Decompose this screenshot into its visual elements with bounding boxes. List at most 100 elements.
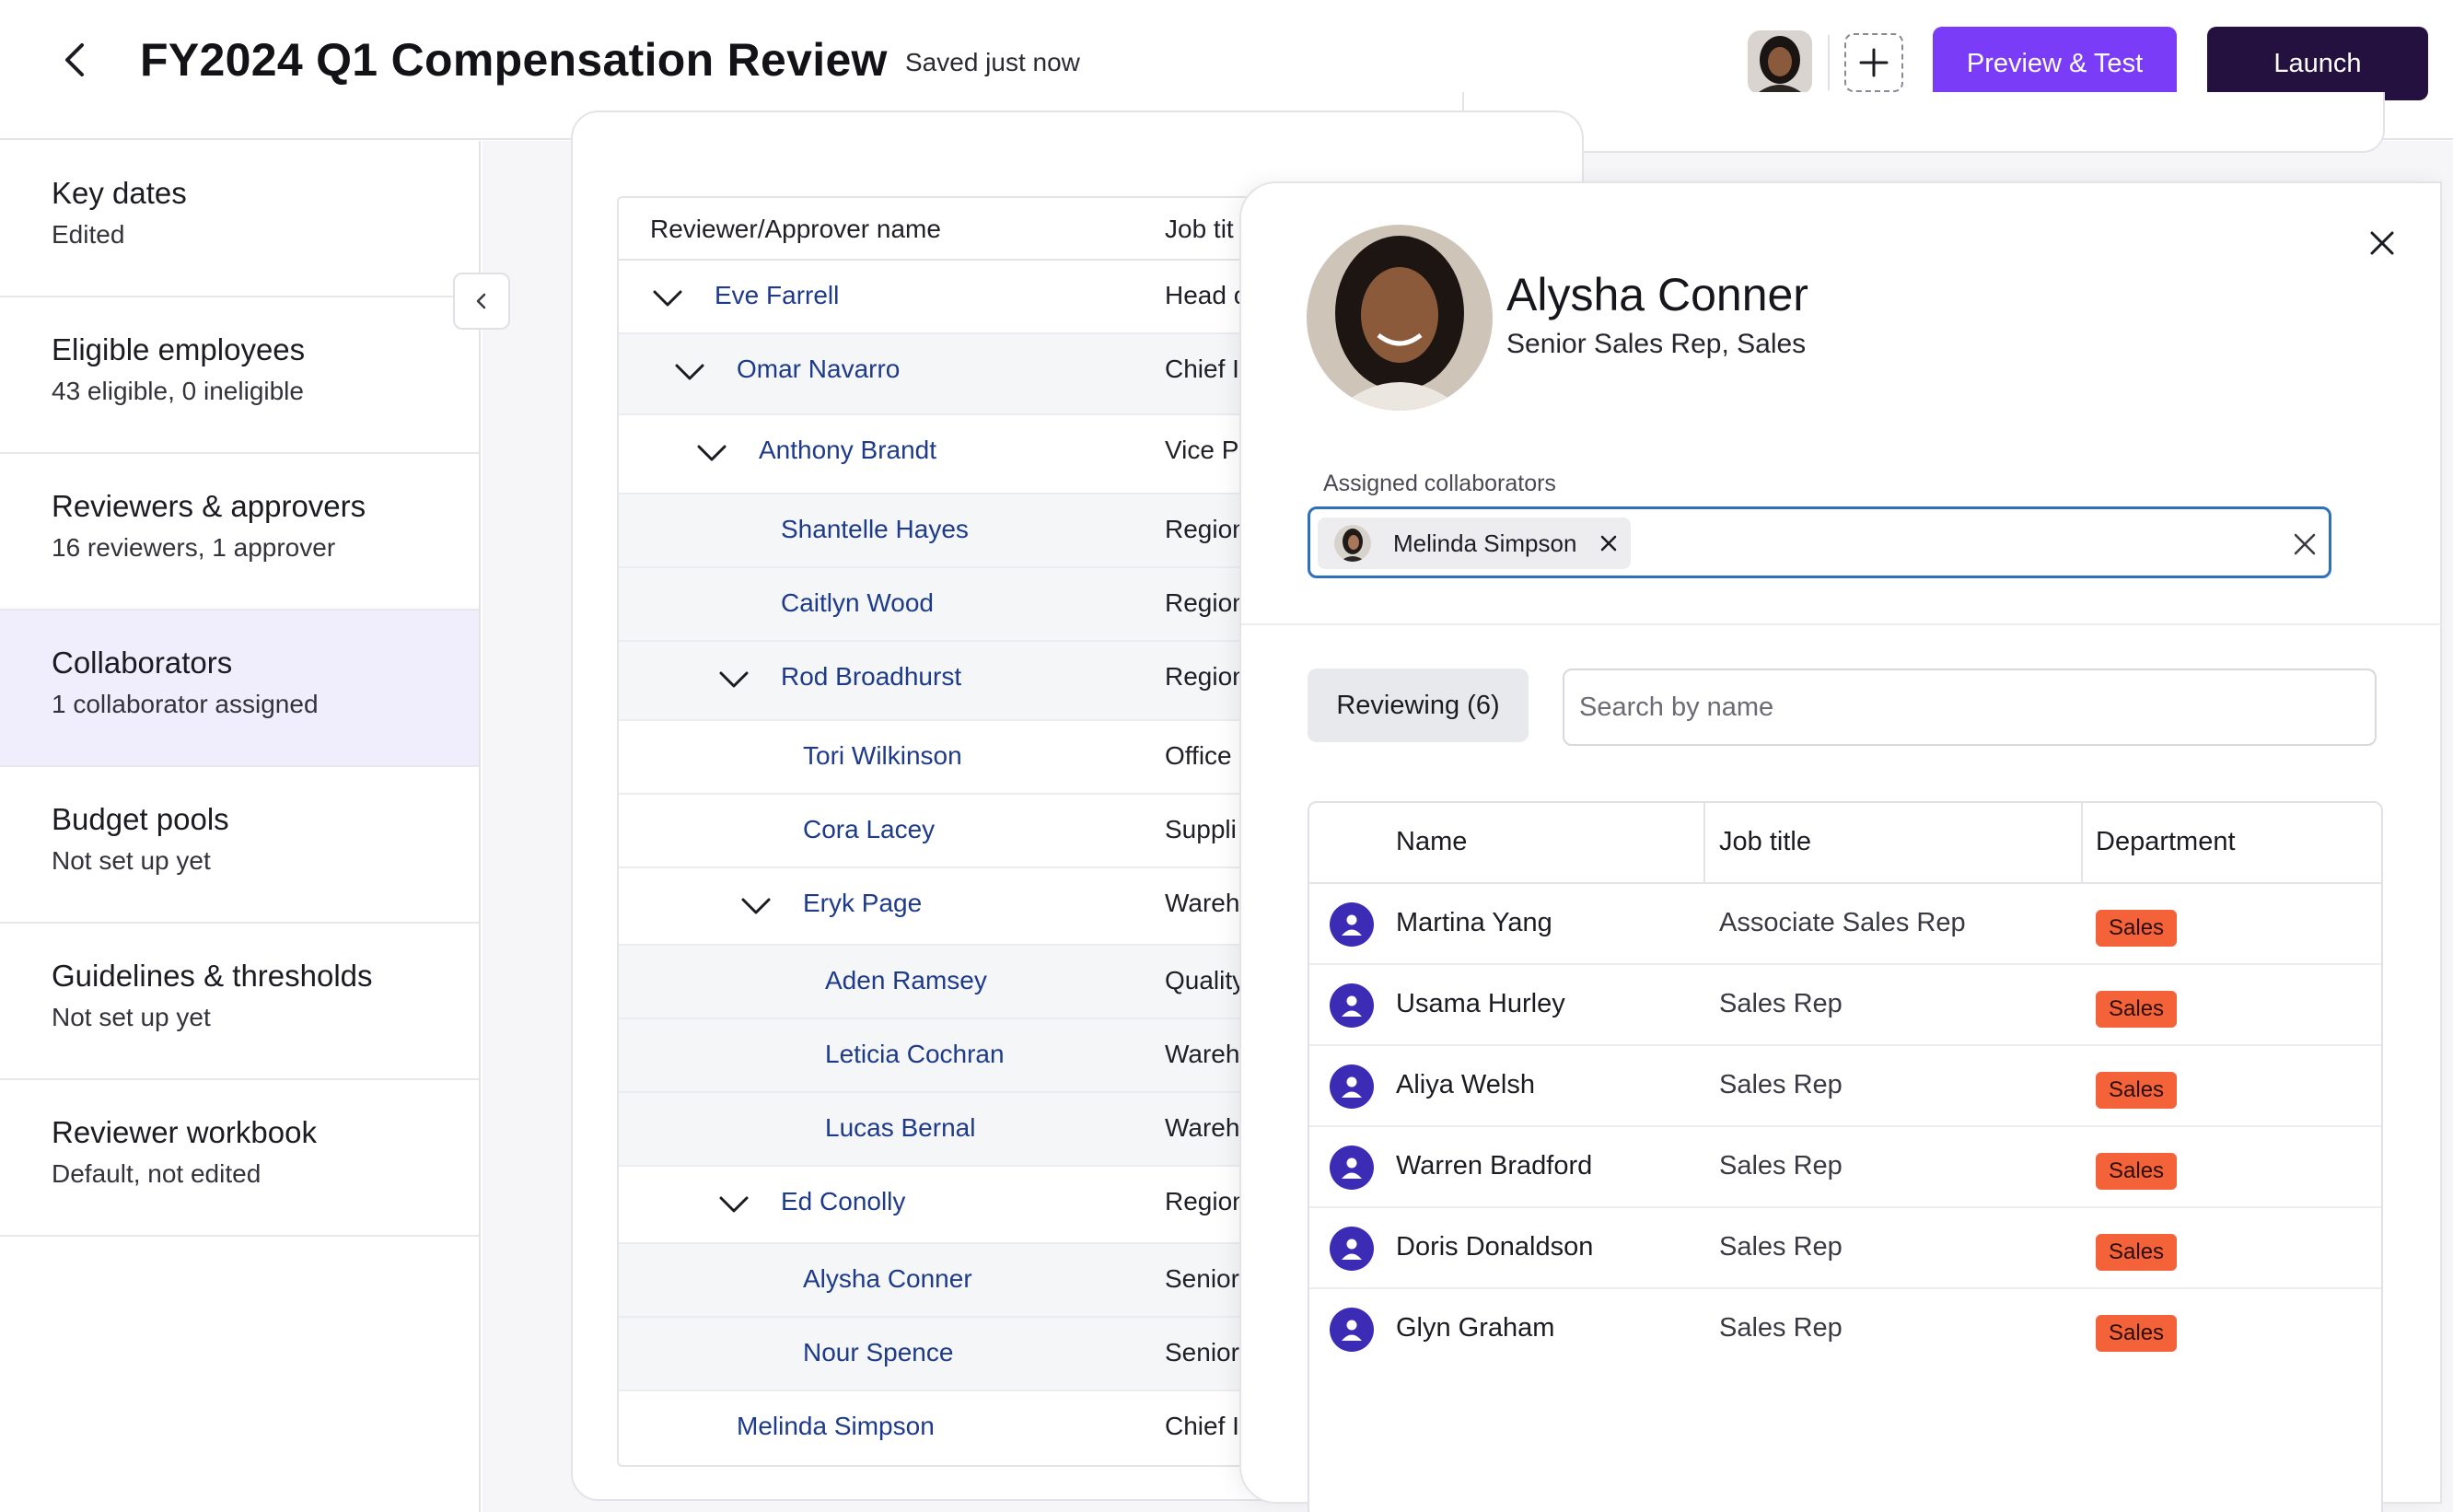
reviewer-name-link[interactable]: Shantelle Hayes bbox=[781, 515, 969, 544]
department-badge: Sales bbox=[2096, 1234, 2178, 1271]
sidebar-item-title: Key dates bbox=[52, 176, 187, 210]
employee-job-title: Sales Rep bbox=[1719, 1070, 1843, 1099]
remove-chip-button[interactable] bbox=[1596, 530, 1622, 556]
employee-job-title: Sales Rep bbox=[1719, 989, 1843, 1018]
reviewer-name-link[interactable]: Melinda Simpson bbox=[737, 1412, 935, 1441]
column-divider bbox=[2081, 803, 2083, 884]
reviewer-name-link[interactable]: Ed Conolly bbox=[781, 1187, 905, 1216]
sidebar-item-subtitle: Default, not edited bbox=[52, 1159, 262, 1188]
sidebar-item-title: Guidelines & thresholds bbox=[52, 959, 373, 993]
clear-field-button[interactable] bbox=[2288, 528, 2321, 561]
sidebar-item-subtitle: Not set up yet bbox=[52, 1003, 211, 1031]
reviewer-name-link[interactable]: Aden Ramsey bbox=[825, 966, 987, 995]
column-header-job-title: Job title bbox=[1719, 827, 1811, 856]
reviewer-name-link[interactable]: Lucas Bernal bbox=[825, 1113, 975, 1143]
person-avatar bbox=[1330, 983, 1374, 1028]
avatar[interactable] bbox=[1748, 30, 1812, 95]
header-divider bbox=[1828, 35, 1830, 90]
job-title: Senior bbox=[1165, 1338, 1239, 1367]
sidebar-item-subtitle: Not set up yet bbox=[52, 846, 211, 875]
user-photo-icon bbox=[1748, 30, 1812, 95]
profile-photo bbox=[1307, 225, 1493, 411]
search-input[interactable] bbox=[1563, 669, 2377, 746]
chevron-down-icon[interactable] bbox=[718, 1189, 750, 1220]
sidebar-item-collaborators[interactable]: Collaborators 1 collaborator assigned bbox=[0, 611, 479, 767]
close-icon bbox=[2370, 231, 2394, 255]
chevron-down-icon[interactable] bbox=[652, 283, 683, 314]
employee-job-title: Sales Rep bbox=[1719, 1232, 1843, 1262]
column-header-job-title: Job tit bbox=[1165, 215, 1234, 243]
job-title: Head c bbox=[1165, 281, 1247, 309]
reviewer-name-link[interactable]: Nour Spence bbox=[803, 1338, 953, 1367]
reviewer-name-link[interactable]: Caitlyn Wood bbox=[781, 588, 934, 618]
table-row[interactable]: Martina Yang Associate Sales Rep Sales bbox=[1309, 884, 2381, 965]
column-header-name: Name bbox=[1396, 827, 1468, 856]
sidebar-item-key-dates[interactable]: Key dates Edited bbox=[0, 141, 479, 297]
sidebar: Key dates Edited Eligible employees 43 e… bbox=[0, 141, 481, 1512]
person-icon bbox=[1342, 1076, 1362, 1098]
close-icon bbox=[1600, 535, 1617, 552]
job-title: Wareh bbox=[1165, 889, 1240, 917]
table-row[interactable]: Glyn Graham Sales Rep Sales bbox=[1309, 1289, 2381, 1370]
reviewer-name-link[interactable]: Eve Farrell bbox=[715, 281, 839, 310]
assigned-collaborators-field[interactable]: Melinda Simpson bbox=[1308, 506, 2331, 578]
job-title: Wareh bbox=[1165, 1040, 1240, 1068]
table-row[interactable]: Aliya Welsh Sales Rep Sales bbox=[1309, 1046, 2381, 1127]
chevron-down-icon[interactable] bbox=[740, 890, 772, 922]
reviewer-name-link[interactable]: Cora Lacey bbox=[803, 815, 935, 844]
sidebar-item-eligible-employees[interactable]: Eligible employees 43 eligible, 0 inelig… bbox=[0, 297, 479, 454]
launch-button[interactable]: Launch bbox=[2207, 27, 2428, 100]
preview-test-button[interactable]: Preview & Test bbox=[1933, 27, 2177, 100]
sidebar-item-title: Eligible employees bbox=[52, 332, 306, 366]
back-button[interactable] bbox=[53, 39, 96, 81]
chip-label: Melinda Simpson bbox=[1393, 529, 1577, 557]
close-icon bbox=[2294, 533, 2316, 555]
reviewer-name-link[interactable]: Leticia Cochran bbox=[825, 1040, 1005, 1069]
table-row[interactable]: Usama Hurley Sales Rep Sales bbox=[1309, 965, 2381, 1046]
job-title: Region bbox=[1165, 515, 1247, 543]
person-icon bbox=[1342, 1157, 1362, 1179]
collapse-sidebar-button[interactable] bbox=[453, 273, 510, 330]
sidebar-item-budget-pools[interactable]: Budget pools Not set up yet bbox=[0, 767, 479, 924]
sidebar-item-subtitle: 16 reviewers, 1 approver bbox=[52, 533, 336, 562]
job-title: Chief I bbox=[1165, 1412, 1239, 1440]
job-title: Senior bbox=[1165, 1264, 1239, 1293]
person-photo-icon bbox=[1334, 525, 1371, 562]
job-title: Suppli bbox=[1165, 815, 1237, 843]
person-avatar bbox=[1330, 1308, 1374, 1352]
close-panel-button[interactable] bbox=[2359, 220, 2405, 266]
table-header: Name Job title Department bbox=[1309, 803, 2381, 884]
reviewer-name-link[interactable]: Alysha Conner bbox=[803, 1264, 972, 1294]
sidebar-item-reviewer-workbook[interactable]: Reviewer workbook Default, not edited bbox=[0, 1080, 479, 1237]
reviewer-name-link[interactable]: Omar Navarro bbox=[737, 355, 900, 384]
chevron-left-icon bbox=[476, 293, 486, 309]
reviewer-name-link[interactable]: Eryk Page bbox=[803, 889, 922, 918]
table-row[interactable]: Doris Donaldson Sales Rep Sales bbox=[1309, 1208, 2381, 1289]
person-icon bbox=[1342, 995, 1362, 1017]
reviewer-name-link[interactable]: Rod Broadhurst bbox=[781, 662, 961, 692]
reviewer-name-link[interactable]: Tori Wilkinson bbox=[803, 741, 962, 771]
reviewer-name-link[interactable]: Anthony Brandt bbox=[759, 436, 936, 465]
person-avatar bbox=[1330, 1146, 1374, 1190]
employee-name: Warren Bradford bbox=[1396, 1151, 1593, 1181]
person-icon bbox=[1342, 1320, 1362, 1341]
employee-name: Usama Hurley bbox=[1396, 989, 1565, 1018]
save-status: Saved just now bbox=[905, 48, 1080, 76]
table-row[interactable]: Warren Bradford Sales Rep Sales bbox=[1309, 1127, 2381, 1208]
column-header-name: Reviewer/Approver name bbox=[650, 215, 941, 243]
employee-job-title: Associate Sales Rep bbox=[1719, 908, 1966, 937]
plus-icon bbox=[1859, 48, 1889, 77]
sidebar-item-guidelines-thresholds[interactable]: Guidelines & thresholds Not set up yet bbox=[0, 924, 479, 1080]
job-title: Region bbox=[1165, 1187, 1247, 1215]
tab-reviewing[interactable]: Reviewing (6) bbox=[1308, 669, 1529, 742]
person-avatar bbox=[1330, 1227, 1374, 1271]
job-title: Vice Pr bbox=[1165, 436, 1248, 464]
chevron-down-icon[interactable] bbox=[674, 356, 705, 388]
chevron-down-icon[interactable] bbox=[696, 437, 727, 469]
job-title: Region bbox=[1165, 662, 1247, 691]
collaborator-chip[interactable]: Melinda Simpson bbox=[1318, 518, 1631, 569]
chevron-down-icon[interactable] bbox=[718, 664, 750, 695]
add-collaborator-button[interactable] bbox=[1844, 33, 1903, 92]
sidebar-item-reviewers-approvers[interactable]: Reviewers & approvers 16 reviewers, 1 ap… bbox=[0, 454, 479, 611]
top-card-edge bbox=[1462, 92, 2385, 153]
